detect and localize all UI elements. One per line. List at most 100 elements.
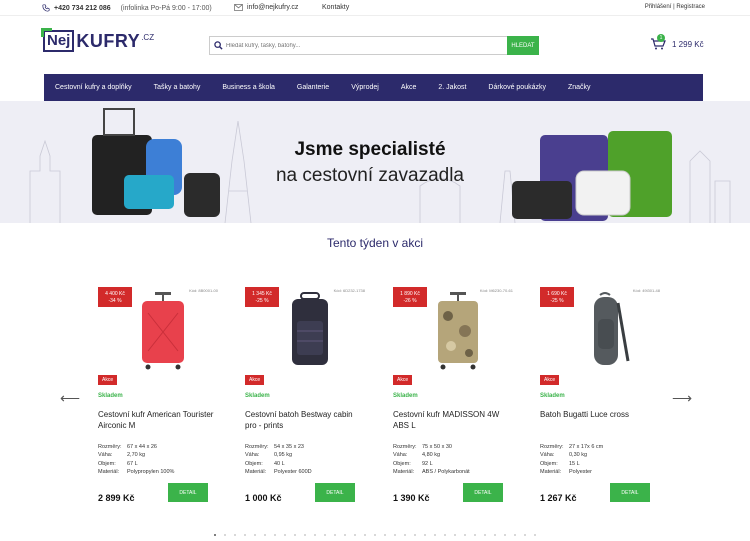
carousel-dot[interactable]: [484, 534, 486, 536]
product-name[interactable]: Cestovní kufr American Tourister Airconi…: [98, 409, 216, 431]
product-params: Rozměry: 27 x 17x 6 cm Váha: 0,30 kg Objem…: [540, 443, 603, 476]
carousel-dot[interactable]: [434, 534, 436, 536]
nav-item-galanterie[interactable]: Galanterie: [286, 84, 340, 91]
product-image[interactable]: [413, 291, 503, 371]
carousel-dot[interactable]: [324, 534, 326, 536]
param-value: 75 x 50 x 30: [422, 444, 452, 450]
carousel-dot[interactable]: [524, 534, 526, 536]
param-label: Váha:: [98, 452, 113, 459]
register-link[interactable]: Registrace: [676, 4, 705, 10]
product-card[interactable]: 1 890 Kč -26 % Kód: M6230-70-61 Akce Skla…: [393, 287, 513, 517]
contacts-link[interactable]: Kontakty: [322, 4, 349, 11]
param-value: 92 L: [422, 460, 433, 467]
stock-status: Skladem: [245, 393, 270, 399]
param-label: Materiál:: [540, 468, 562, 475]
login-link[interactable]: Přihlášení: [645, 4, 672, 10]
carousel-dot[interactable]: [314, 534, 316, 536]
param-label: Objem:: [540, 460, 558, 467]
nav-item-darkove-poukazky[interactable]: Dárkové poukázky: [477, 84, 557, 91]
nav-item-vyprodej[interactable]: Výprodej: [340, 84, 390, 91]
carousel-dot[interactable]: [454, 534, 456, 536]
carousel-dot[interactable]: [244, 534, 246, 536]
carousel-dot[interactable]: [404, 534, 406, 536]
search-button[interactable]: HLEDAT: [507, 36, 539, 55]
detail-button[interactable]: DETAIL: [168, 483, 208, 502]
param-label: Rozměry:: [393, 444, 417, 450]
carousel-dot[interactable]: [374, 534, 376, 536]
carousel-dot[interactable]: [354, 534, 356, 536]
carousel-dot[interactable]: [494, 534, 496, 536]
product-card[interactable]: 1 690 Kč -25 % Kód: 49i301-48 Akce Sklade…: [540, 287, 660, 517]
carousel-dot[interactable]: [384, 534, 386, 536]
carousel-dot[interactable]: [504, 534, 506, 536]
param-value: 4,80 kg: [422, 452, 441, 459]
nav-item-2-jakost[interactable]: 2. Jakost: [427, 84, 477, 91]
param-value: 27 x 17x 6 cm: [569, 444, 604, 450]
product-card[interactable]: 1 345 Kč -25 % Kód: 6D232-1738 Akce Sklad…: [245, 287, 365, 517]
carousel-dot[interactable]: [284, 534, 286, 536]
nav-item-business-skola[interactable]: Business a škola: [211, 84, 286, 91]
product-image[interactable]: [265, 291, 355, 371]
carousel-dot[interactable]: [364, 534, 366, 536]
product-image[interactable]: [118, 291, 208, 371]
carousel-dot[interactable]: [424, 534, 426, 536]
email-block[interactable]: info@nejkufry.cz: [234, 4, 298, 11]
phone-icon: [42, 4, 50, 12]
header: Nej KUFRY .CZ HLEDAT 1 1 299 Kč: [0, 16, 750, 74]
promo-badge: Akce: [245, 375, 265, 385]
detail-button[interactable]: DETAIL: [315, 483, 355, 502]
detail-button[interactable]: DETAIL: [610, 483, 650, 502]
email-link[interactable]: info@nejkufry.cz: [247, 4, 298, 11]
product-price: 2 899 Kč: [98, 493, 135, 503]
carousel-dot[interactable]: [414, 534, 416, 536]
carousel-dot[interactable]: [344, 534, 346, 536]
param-label: Materiál:: [98, 468, 120, 475]
phone-number[interactable]: +420 734 212 086: [54, 5, 111, 12]
carousel-dot[interactable]: [394, 534, 396, 536]
carousel-dot[interactable]: [214, 534, 216, 536]
carousel-dot[interactable]: [514, 534, 516, 536]
promo-badge: Akce: [540, 375, 560, 385]
carousel-prev-arrow-icon[interactable]: ⟵: [60, 390, 80, 407]
banner-subheadline: na cestovní zavazadla: [275, 165, 464, 186]
param-value: 40 L: [274, 460, 285, 467]
param-value: 2,70 kg: [127, 452, 146, 459]
product-params: Rozměry: 54 x 35 x 23 Váha: 0,95 kg Objem:…: [245, 443, 312, 476]
search-bar: HLEDAT: [209, 36, 539, 55]
carousel-dot[interactable]: [234, 534, 236, 536]
param-label: Objem:: [245, 460, 263, 467]
search-input[interactable]: [226, 37, 507, 54]
hero-banner[interactable]: Jsme specialisté na cestovní zavazadla: [0, 101, 750, 223]
product-card[interactable]: 4 400 Kč -34 % Kód: 8B0001-00 Akce Sklade…: [98, 287, 218, 517]
nav-item-tasky-batohy[interactable]: Tašky a batohy: [143, 84, 212, 91]
product-image[interactable]: [560, 291, 650, 371]
product-params: Rozměry: 67 x 44 x 26 Váha: 2,70 kg Objem:…: [98, 443, 174, 476]
carousel-dot[interactable]: [264, 534, 266, 536]
product-name[interactable]: Cestovní batoh Bestway cabin pro - print…: [245, 409, 363, 431]
product-name[interactable]: Batoh Bugatti Luce cross: [540, 409, 658, 420]
site-logo[interactable]: Nej KUFRY .CZ: [40, 28, 154, 52]
carousel-dot[interactable]: [274, 534, 276, 536]
carousel-dot[interactable]: [254, 534, 256, 536]
param-value: 67 x 44 x 26: [127, 444, 157, 450]
detail-button[interactable]: DETAIL: [463, 483, 503, 502]
nav-item-akce[interactable]: Akce: [390, 84, 428, 91]
nav-item-znacky[interactable]: Značky: [557, 84, 602, 91]
carousel-dot[interactable]: [534, 534, 536, 536]
carousel-dot[interactable]: [474, 534, 476, 536]
param-value: 67 L: [127, 460, 138, 467]
phone-block[interactable]: +420 734 212 086 (infolinka Po-Pá 9:00 -…: [42, 4, 212, 12]
cart-total: 1 299 Kč: [672, 39, 704, 49]
carousel-dot[interactable]: [334, 534, 336, 536]
envelope-icon: [234, 4, 243, 11]
nav-item-cestovni-kufry[interactable]: Cestovní kufry a doplňky: [44, 84, 143, 91]
carousel-dot[interactable]: [224, 534, 226, 536]
carousel-dot[interactable]: [444, 534, 446, 536]
carousel-next-arrow-icon[interactable]: ⟶: [672, 390, 692, 407]
carousel-dot[interactable]: [294, 534, 296, 536]
carousel-dot[interactable]: [304, 534, 306, 536]
cart[interactable]: 1 1 299 Kč: [650, 34, 704, 50]
product-name[interactable]: Cestovní kufr MADISSON 4W ABS L: [393, 409, 511, 431]
carousel-dot[interactable]: [464, 534, 466, 536]
param-value: 0,95 kg: [274, 452, 293, 459]
